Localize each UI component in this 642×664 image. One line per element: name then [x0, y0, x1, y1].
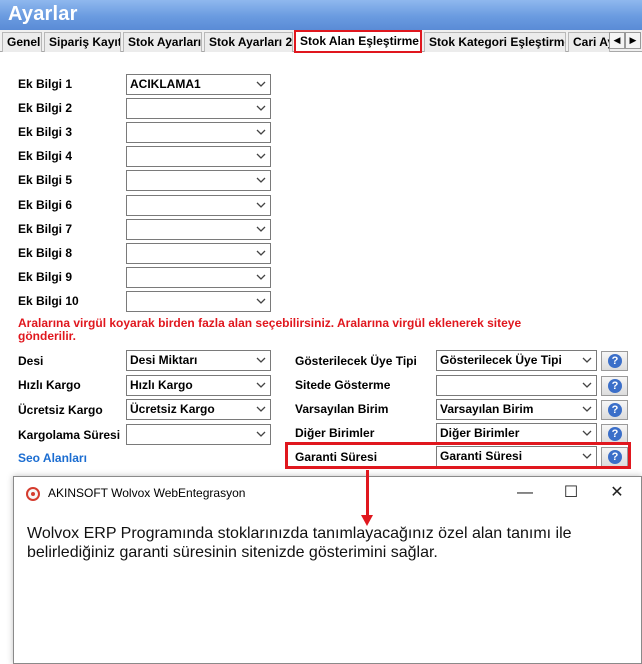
- ek-bilgi-10-select[interactable]: [126, 291, 271, 312]
- diger-birimler-value: Diğer Birimler: [440, 426, 520, 440]
- kargolama-suresi-select[interactable]: [126, 424, 271, 445]
- callout-arrow-head: [361, 515, 373, 526]
- ek-bilgi-3-select[interactable]: [126, 122, 271, 143]
- tab-siparis-kayit[interactable]: Sipariş Kayıt: [44, 32, 121, 52]
- uye-tipi-select[interactable]: Gösterilecek Üye Tipi: [436, 350, 597, 371]
- hizli-kargo-label: Hızlı Kargo: [18, 378, 81, 392]
- dialog-title-bar: AKINSOFT Wolvox WebEntegrasyon — ☐ ✕: [14, 477, 641, 510]
- ek-bilgi-6-label: Ek Bilgi 6: [18, 198, 73, 212]
- help-icon: ?: [608, 379, 622, 393]
- chevron-down-icon: [256, 298, 266, 304]
- uye-tipi-help-button[interactable]: ?: [601, 351, 628, 371]
- varsayilan-birim-value: Varsayılan Birim: [440, 402, 534, 416]
- ucretsiz-kargo-value: Ücretsiz Kargo: [130, 402, 215, 416]
- sitede-gosterme-select[interactable]: [436, 375, 597, 396]
- ek-bilgi-4-label: Ek Bilgi 4: [18, 149, 73, 163]
- ek-bilgi-1-value: ACIKLAMA1: [130, 77, 201, 91]
- tab-scroll-left-button[interactable]: ◀: [609, 32, 625, 49]
- ek-bilgi-7-select[interactable]: [126, 219, 271, 240]
- chevron-down-icon: [582, 382, 592, 388]
- chevron-down-icon: [256, 406, 266, 412]
- kargolama-suresi-label: Kargolama Süresi: [18, 428, 121, 442]
- minimize-button[interactable]: —: [502, 477, 548, 510]
- ek-bilgi-10-label: Ek Bilgi 10: [18, 294, 79, 308]
- diger-birimler-help-button[interactable]: ?: [601, 424, 628, 444]
- multi-field-warning: Aralarına virgül koyarak birden fazla al…: [18, 316, 522, 343]
- help-icon: ?: [608, 403, 622, 417]
- ek-bilgi-1-label: Ek Bilgi 1: [18, 77, 73, 91]
- help-icon: ?: [608, 427, 622, 441]
- settings-tab-strip: Genel Sipariş Kayıt Stok Ayarları Stok A…: [0, 30, 642, 53]
- chevron-down-icon: [582, 406, 592, 412]
- ek-bilgi-2-select[interactable]: [126, 98, 271, 119]
- maximize-button[interactable]: ☐: [548, 477, 594, 510]
- ek-bilgi-7-label: Ek Bilgi 7: [18, 222, 73, 236]
- chevron-down-icon: [256, 177, 266, 183]
- settings-title-bar: Ayarlar: [0, 0, 642, 30]
- ek-bilgi-3-label: Ek Bilgi 3: [18, 125, 73, 139]
- chevron-down-icon: [256, 81, 266, 87]
- ucretsiz-kargo-label: Ücretsiz Kargo: [18, 403, 103, 417]
- tab-stok-ayarlari-2[interactable]: Stok Ayarları 2: [204, 32, 293, 52]
- ek-bilgi-9-label: Ek Bilgi 9: [18, 270, 73, 284]
- chevron-down-icon: [256, 431, 266, 437]
- chevron-down-icon: [256, 250, 266, 256]
- help-icon: ?: [608, 354, 622, 368]
- seo-fields-link[interactable]: Seo Alanları: [18, 451, 87, 465]
- tab-stok-alan-eslestirme[interactable]: Stok Alan Eşleştirme: [294, 30, 422, 53]
- ek-bilgi-5-select[interactable]: [126, 170, 271, 191]
- info-dialog: AKINSOFT Wolvox WebEntegrasyon — ☐ ✕ Wol…: [13, 476, 642, 664]
- tab-stok-kategori-eslestirme[interactable]: Stok Kategori Eşleştirme: [424, 32, 566, 52]
- dialog-title: AKINSOFT Wolvox WebEntegrasyon: [48, 486, 246, 500]
- diger-birimler-select[interactable]: Diğer Birimler: [436, 423, 597, 444]
- window-title: Ayarlar: [8, 3, 78, 25]
- ek-bilgi-8-select[interactable]: [126, 243, 271, 264]
- varsayilan-birim-select[interactable]: Varsayılan Birim: [436, 399, 597, 420]
- tab-genel[interactable]: Genel: [2, 32, 42, 52]
- app-logo-icon: [26, 487, 40, 501]
- chevron-down-icon: [256, 153, 266, 159]
- desi-select[interactable]: Desi Miktarı: [126, 350, 271, 371]
- chevron-down-icon: [256, 274, 266, 280]
- desi-value: Desi Miktarı: [130, 353, 198, 367]
- chevron-down-icon: [256, 202, 266, 208]
- ek-bilgi-8-label: Ek Bilgi 8: [18, 246, 73, 260]
- dialog-message: Wolvox ERP Programında stoklarınızda tan…: [27, 525, 572, 561]
- varsayilan-birim-help-button[interactable]: ?: [601, 400, 628, 420]
- desi-label: Desi: [18, 354, 44, 368]
- chevron-down-icon: [256, 357, 266, 363]
- sitede-gosterme-label: Sitede Gösterme: [295, 378, 391, 392]
- tab-scroll-right-button[interactable]: ▶: [625, 32, 641, 49]
- tab-cari-ayarlari[interactable]: Cari Ay: [568, 32, 610, 52]
- chevron-down-icon: [256, 226, 266, 232]
- ek-bilgi-5-label: Ek Bilgi 5: [18, 173, 73, 187]
- ek-bilgi-4-select[interactable]: [126, 146, 271, 167]
- garanti-suresi-highlight: [285, 442, 631, 469]
- ek-bilgi-6-select[interactable]: [126, 195, 271, 216]
- callout-arrow-shaft: [366, 470, 369, 517]
- uye-tipi-label: Gösterilecek Üye Tipi: [295, 354, 417, 368]
- chevron-down-icon: [582, 430, 592, 436]
- varsayilan-birim-label: Varsayılan Birim: [295, 402, 389, 416]
- ucretsiz-kargo-select[interactable]: Ücretsiz Kargo: [126, 399, 271, 420]
- hizli-kargo-select[interactable]: Hızlı Kargo: [126, 375, 271, 396]
- ek-bilgi-2-label: Ek Bilgi 2: [18, 101, 73, 115]
- chevron-down-icon: [256, 382, 266, 388]
- ek-bilgi-9-select[interactable]: [126, 267, 271, 288]
- ek-bilgi-1-select[interactable]: ACIKLAMA1: [126, 74, 271, 95]
- diger-birimler-label: Diğer Birimler: [295, 426, 375, 440]
- chevron-down-icon: [582, 357, 592, 363]
- chevron-down-icon: [256, 129, 266, 135]
- tab-stok-ayarlari[interactable]: Stok Ayarları: [123, 32, 202, 52]
- sitede-gosterme-help-button[interactable]: ?: [601, 376, 628, 396]
- chevron-down-icon: [256, 105, 266, 111]
- uye-tipi-value: Gösterilecek Üye Tipi: [440, 353, 562, 367]
- close-button[interactable]: ✕: [594, 477, 640, 510]
- hizli-kargo-value: Hızlı Kargo: [130, 378, 193, 392]
